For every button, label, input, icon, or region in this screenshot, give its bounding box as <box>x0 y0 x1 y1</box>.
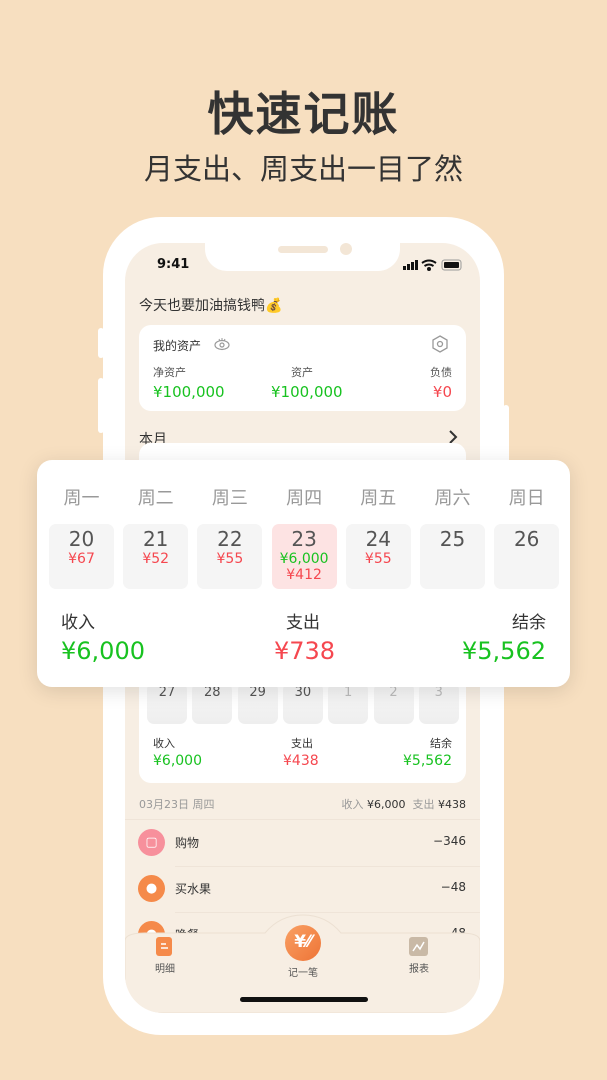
weekday-label: 周日 <box>508 488 545 509</box>
weekday-label: 周三 <box>211 488 248 509</box>
day-number: 22 <box>217 527 243 551</box>
day-cell[interactable]: 25 <box>420 524 485 589</box>
record-amount: −346 <box>433 834 466 848</box>
debt-label: 负债 <box>430 366 452 379</box>
popup-income-value: ¥6,000 <box>61 637 145 665</box>
wifi-icon <box>421 259 437 271</box>
assets-value: ¥100,000 <box>271 383 343 401</box>
day-cell[interactable]: 24 ¥55 <box>345 524 411 589</box>
weekday-label: 周一 <box>63 488 100 509</box>
assets-card: 我的资产 净资产 ¥100,000 资产 ¥100,000 负债 ¥0 <box>139 325 466 411</box>
day-number: 26 <box>513 527 540 551</box>
calendar-day[interactable]: 1 <box>328 683 369 724</box>
net-assets-value: ¥100,000 <box>153 383 225 401</box>
record-name: 购物 <box>175 836 200 850</box>
promo-title: 快速记账 <box>207 87 400 141</box>
calendar-day[interactable]: 3 <box>418 683 459 724</box>
day-expense: ¥67 <box>68 551 95 567</box>
tab-add-label: 记一笔 <box>288 968 318 979</box>
day-expense: ¥55 <box>364 551 392 567</box>
weekday-label: 周六 <box>434 488 471 509</box>
popup-income-label: 收入 <box>61 613 95 633</box>
cal-balance-value: ¥5,562 <box>403 753 452 769</box>
calendar-day[interactable]: 27 <box>147 683 187 724</box>
day-header-summary: 收入 ¥6,000 支出 ¥438 <box>342 796 467 812</box>
assets-title: 我的资产 <box>153 339 202 353</box>
debt-value: ¥0 <box>432 383 452 401</box>
tab-detail-label: 明细 <box>155 964 175 975</box>
speaker <box>278 246 328 253</box>
day-expense: ¥412 <box>286 567 322 583</box>
week-popup-card: 周一 20 ¥67 周二 21 ¥52 周三 22 ¥55 周四 23 ¥6,000 ¥412 周五 24 ¥… <box>37 460 570 687</box>
add-record-icon: ¥⁄⁄ <box>285 925 321 961</box>
day-cell[interactable]: 21 ¥52 <box>123 524 189 589</box>
divider <box>175 866 480 867</box>
day-number: 25 <box>439 527 466 551</box>
status-time: 9:41 <box>157 257 190 272</box>
tab-report-label: 报表 <box>409 964 429 975</box>
day-expense-label: 支出 <box>412 798 435 811</box>
day-cell[interactable]: 20 ¥67 <box>49 524 114 589</box>
calendar-day[interactable]: 2 <box>373 683 414 724</box>
day-income: ¥6,000 <box>279 551 329 567</box>
day-expense: ¥55 <box>216 551 244 567</box>
cal-expense-label: 支出 <box>291 737 313 750</box>
day-cell[interactable]: 22 ¥55 <box>197 524 263 589</box>
weekday-label: 周二 <box>137 488 174 509</box>
day-income-label: 收入 <box>341 798 364 811</box>
net-assets-label: 净资产 <box>153 366 186 379</box>
day-number: 20 <box>68 527 95 551</box>
signal-icon <box>403 260 418 270</box>
day-number: 23 <box>291 527 317 551</box>
popup-balance-label: 结余 <box>512 613 546 633</box>
divider <box>125 819 480 820</box>
apple-icon: ● <box>138 875 165 902</box>
tab-add[interactable]: ¥⁄⁄ 记一笔 <box>278 925 328 979</box>
status-icons <box>403 259 462 271</box>
record-row[interactable]: ▢ 购物 −346 <box>125 828 480 874</box>
weekday-label: 周五 <box>360 488 397 509</box>
weekday-label: 周四 <box>286 488 323 509</box>
popup-expense-label: 支出 <box>286 613 320 633</box>
home-indicator <box>240 997 368 1002</box>
cal-income-label: 收入 <box>153 737 175 750</box>
calendar-day[interactable]: 28 <box>192 683 233 724</box>
cal-income-value: ¥6,000 <box>153 753 202 769</box>
record-amount: −48 <box>440 880 466 894</box>
day-cell[interactable]: 23 ¥6,000 ¥412 <box>271 524 337 589</box>
popup-expense-value: ¥738 <box>274 637 336 665</box>
calendar-day[interactable]: 29 <box>237 683 278 724</box>
calendar-day[interactable]: 30 <box>282 683 323 724</box>
eye-icon[interactable] <box>214 337 230 351</box>
camera <box>340 243 352 255</box>
greeting: 今天也要加油搞钱鸭💰 <box>139 298 283 314</box>
list-icon <box>156 937 172 956</box>
promo-subtitle: 月支出、周支出一目了然 <box>143 152 463 186</box>
day-header-date: 03月23日 周四 <box>139 798 215 811</box>
record-name: 买水果 <box>175 882 212 896</box>
assets-label: 资产 <box>291 366 313 379</box>
cal-expense-value: ¥438 <box>283 753 319 769</box>
day-expense-value: ¥438 <box>438 798 466 811</box>
cal-balance-label: 结余 <box>430 737 452 750</box>
day-number: 24 <box>365 527 392 551</box>
day-cell[interactable]: 26 <box>494 524 560 589</box>
shopping-bag-icon: ▢ <box>138 829 165 856</box>
settings-hexagon-icon[interactable] <box>431 335 449 353</box>
chart-icon <box>409 937 428 956</box>
popup-balance-value: ¥5,562 <box>462 637 546 665</box>
tab-detail[interactable]: 明细 <box>155 937 175 975</box>
tab-report[interactable]: 报表 <box>409 937 429 975</box>
day-income-value: ¥6,000 <box>367 798 406 811</box>
day-number: 21 <box>142 527 169 551</box>
day-expense: ¥52 <box>142 551 170 567</box>
battery-icon <box>441 259 462 271</box>
